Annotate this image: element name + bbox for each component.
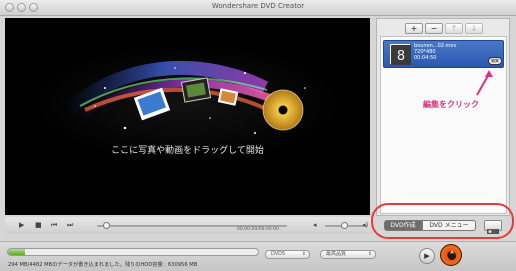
chevron-down-icon: ⇕ (301, 251, 306, 257)
annotation-text: 編集をクリック (423, 100, 479, 109)
quality-select[interactable]: 最高品質 ⇕ (320, 250, 376, 259)
video-thumbnail-icon: 8 (391, 45, 411, 65)
highlight-circle (371, 203, 514, 239)
move-up-button[interactable]: ↑ (445, 23, 463, 34)
move-down-button[interactable]: ↓ (465, 23, 483, 34)
welcome-artwork (27, 43, 347, 163)
clip-item[interactable]: 8 bounen...02.mov 720*480 00:04:50 編集 (383, 40, 504, 68)
quality-value: 最高品質 (326, 251, 347, 257)
disc-type-value: DVD5 (271, 251, 286, 257)
volume-handle[interactable] (341, 222, 348, 229)
volume-high-icon: ◂) (362, 221, 369, 229)
add-clip-button[interactable]: + (405, 23, 423, 34)
volume-low-icon: ◂ (313, 221, 317, 229)
timecode: 00:00:00/00:00:00 (237, 227, 279, 232)
status-bar: 294 MB/4482 MBのデータが書き込まれました。残りのHDD容量：630… (0, 241, 516, 271)
app-window: Wondershare DVD Creator ここに写真や動画をドラッグして開… (0, 0, 516, 271)
dvd-disc-icon (262, 89, 304, 131)
clip-duration: 00:04:50 (414, 55, 437, 61)
window-title: Wondershare DVD Creator (211, 2, 305, 10)
play-icon[interactable]: ▶ (19, 221, 24, 230)
film-icon (180, 77, 212, 103)
stop-icon[interactable]: ■ (35, 221, 42, 230)
svg-text:8: 8 (397, 49, 405, 64)
drop-hint-text: ここに写真や動画をドラッグして開始 (111, 146, 264, 156)
clip-list[interactable]: 8 bounen...02.mov 720*480 00:04:50 編集 編集… (380, 36, 507, 214)
previous-icon[interactable]: ⏮ (51, 221, 57, 230)
burn-icon (448, 250, 456, 260)
disc-type-select[interactable]: DVD5 ⇕ (265, 250, 310, 259)
capacity-fill (8, 249, 25, 255)
preview-drop-area[interactable]: ここに写真や動画をドラッグして開始 (5, 18, 370, 215)
playback-controls: ▶ ■ ⏮ ⏭ 00:00:00/00:00:00 ◂ ◂) (5, 217, 373, 234)
edit-clip-button[interactable]: 編集 (488, 57, 502, 65)
capacity-bar (7, 248, 259, 256)
clip-toolbar: + − ↑ ↓ (377, 19, 509, 36)
clip-list-panel: + − ↑ ↓ 8 bounen...02.mov 720*480 00:04:… (376, 18, 510, 216)
burn-button[interactable] (440, 244, 462, 266)
title-bar: Wondershare DVD Creator (0, 0, 516, 16)
next-icon[interactable]: ⏭ (67, 221, 73, 230)
remove-clip-button[interactable]: − (425, 23, 443, 34)
seek-handle[interactable] (103, 222, 110, 229)
chevron-down-icon: ⇕ (367, 251, 372, 257)
clip-info: bounen...02.mov 720*480 00:04:50 (414, 43, 456, 61)
preview-play-button[interactable]: ▶ (419, 248, 435, 264)
status-text: 294 MB/4482 MBのデータが書き込まれました。残りのHDD容量：630… (8, 262, 198, 268)
clip-thumbnail: 8 (390, 44, 411, 65)
